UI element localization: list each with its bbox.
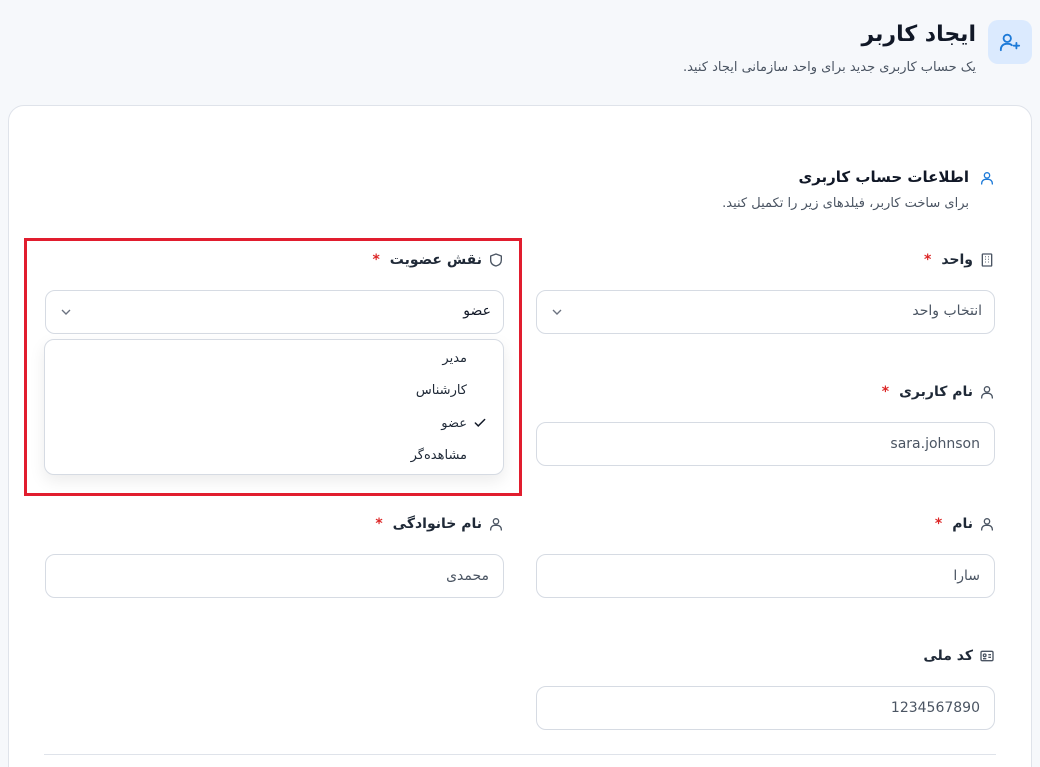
user-icon [979,170,995,186]
role-option-member[interactable]: عضو [45,407,503,439]
first-name-input[interactable]: سارا [536,554,995,598]
id-card-icon [979,648,995,664]
role-dropdown: مدیر کارشناس عضو مشاهده‌گر [44,339,504,475]
role-select[interactable]: عضو [45,290,504,334]
user-icon [488,516,504,532]
section-subtitle: برای ساخت کاربر، فیلدهای زیر را تکمیل کن… [722,196,969,211]
national-id-label: کد ملی [923,648,995,664]
national-id-input[interactable]: 1234567890 [536,686,995,730]
role-option-viewer[interactable]: مشاهده‌گر [45,439,503,471]
check-icon [473,416,487,430]
last-name-label: نام خانوادگی * [375,516,504,532]
unit-select[interactable]: انتخاب واحد [536,290,995,334]
username-label: نام کاربری * [882,384,995,400]
first-name-label: نام * [935,516,995,532]
role-label: نقش عضویت * [372,252,504,268]
section-title: اطلاعات حساب کاربری [798,168,969,186]
user-plus-icon [988,20,1032,64]
building-icon [979,252,995,268]
role-option-expert[interactable]: کارشناس [45,374,503,406]
page-title: ایجاد کاربر [861,22,976,47]
role-option-manager[interactable]: مدیر [45,342,503,374]
page-subtitle: یک حساب کاربری جدید برای واحد سازمانی ای… [682,60,976,75]
form-card: اطلاعات حساب کاربری برای ساخت کاربر، فیل… [8,105,1032,767]
username-input[interactable]: sara.johnson [536,422,995,466]
section-header: اطلاعات حساب کاربری برای ساخت کاربر، فیل… [395,166,995,216]
shield-icon [488,252,504,268]
divider [44,754,996,755]
page-header: ایجاد کاربر یک حساب کاربری جدید برای واح… [8,18,1032,88]
last-name-input[interactable]: محمدی [45,554,504,598]
chevron-down-icon [58,304,74,320]
user-icon [979,384,995,400]
user-icon [979,516,995,532]
chevron-down-icon [549,304,565,320]
unit-label: واحد * [924,252,995,268]
